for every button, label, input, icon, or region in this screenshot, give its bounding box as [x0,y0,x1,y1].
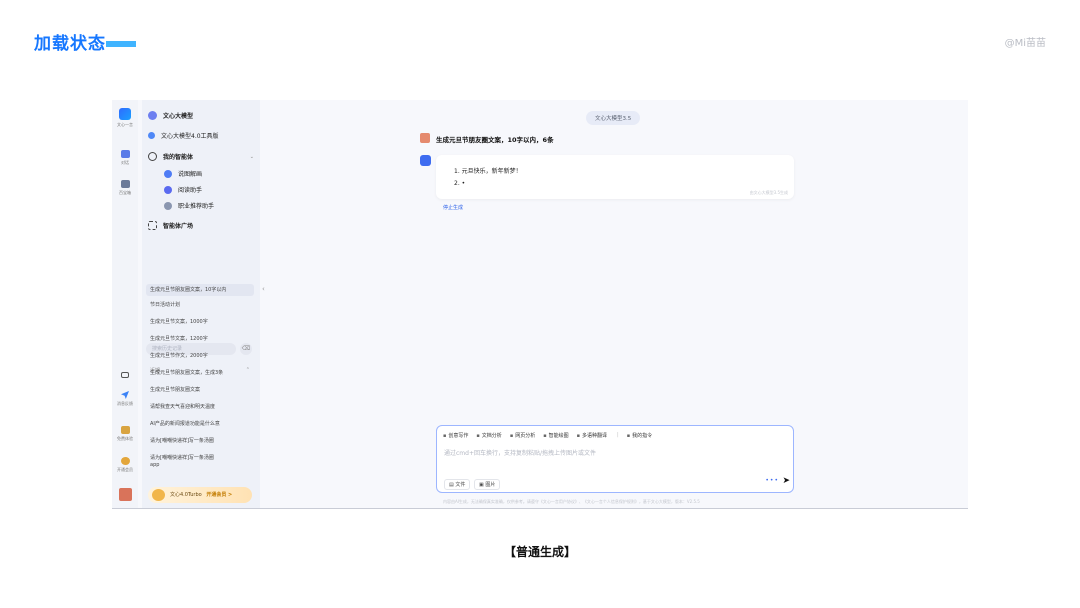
member-cta: 开通会员 > [206,492,233,498]
mail-icon [121,372,129,378]
user-avatar[interactable] [112,488,138,503]
composer-toolbar: 创意写作 文档分析 网页分析 智能绘图 多语种翻译 | 我的指令 [443,432,652,439]
chat-icon [120,150,130,158]
history-item[interactable]: 生成元旦节作文，2000字 [150,352,250,359]
toolbox-icon [120,180,130,188]
answer-line: 1. 元旦快乐，新年新梦！ [454,168,522,175]
left-rail: 文心一言 对话 百宝箱 消息反馈 免费体验 开通会员 [112,100,138,508]
watermark: @Mi苗苗 [1004,38,1046,49]
rail-logo-label: 文心一言 [117,122,133,127]
member-banner[interactable]: 文心4.0Turbo 开通会员 > [148,487,252,503]
user-question: 生成元旦节朋友圈文案，10字以内，6条 [436,136,554,144]
tool-doc-analysis[interactable]: 文档分析 [476,432,502,439]
mouse-cursor-icon: ➤ [782,476,790,486]
user-avatar-small [420,133,430,143]
title-accent-bar [106,41,136,47]
tool-image-gen[interactable]: 智能绘图 [543,432,569,439]
logo-icon [119,108,131,120]
history-item[interactable]: 生成元旦节朋友圈文案，10字以内 [146,284,254,296]
rail-item-feedback[interactable]: 消息反馈 [112,391,138,407]
rail-item-label: 对话 [121,160,129,165]
history-item[interactable]: AI产品的新闻报道功能是什么意 [150,420,250,427]
rail-item-label: 免费体验 [117,436,133,441]
collapse-sidebar-icon[interactable]: ‹ [262,285,265,293]
composer: 创意写作 文档分析 网页分析 智能绘图 多语种翻译 | 我的指令 通过cmd+回… [436,425,794,493]
rail-item-mail[interactable] [112,372,138,380]
history-item[interactable]: 请为[嘲嘲快递祥]写一条汤圈 [150,437,250,444]
rail-item-chat[interactable]: 对话 [112,150,138,166]
attach-file-label: 文件 [455,482,466,488]
tool-creative-writing[interactable]: 创意写作 [443,432,468,439]
tool-translate[interactable]: 多语种翻译 [577,432,607,439]
history-list: 生成元旦节朋友圈文案，10字以内节日活动计划 生成元旦节文案，1000字 生成元旦节… [142,100,260,508]
bot-avatar [420,155,431,166]
send-icon [121,391,129,399]
history-item[interactable]: 生成元旦节朋友圈文案，生成3条 [150,369,250,376]
history-item[interactable]: 生成元旦节文案，1000字 [150,318,250,325]
rail-item-label: 开通会员 [117,467,133,472]
message-input[interactable]: 通过cmd+回车换行，支持复制粘贴/拖拽上传图片或文件 [444,448,596,457]
attach-file-button[interactable]: ▤ 文件 [444,479,471,490]
rail-item-vip[interactable]: 开通会员 [112,457,138,473]
history-item[interactable]: 生成元旦节朋友圈文案 [150,386,250,393]
loading-indicator: ••• [765,477,779,484]
answer-line: 2. • [454,180,466,187]
tool-web-analysis[interactable]: 网页分析 [510,432,535,439]
answer-meta: 由文心大模型3.5生成 [749,190,788,195]
app-label: app [150,462,160,468]
toolbar-divider: | [617,432,619,438]
history-item[interactable]: 节日活动计划 [150,301,250,308]
rail-item-trial[interactable]: 免费体验 [112,426,138,442]
member-text: 文心4.0Turbo [170,492,202,498]
stop-generating-button[interactable]: 停止生成 [443,204,463,211]
disclaimer-footer: 内容由AI生成，无法确保真实准确，仅供参考。请遵守《文心一言用户协议》、《文心一… [443,499,700,504]
slide-title: 加载状态 [34,29,136,54]
attach-image-button[interactable]: ▣ 图片 [474,479,501,490]
avatar-icon [118,488,132,501]
attach-image-label: 图片 [485,482,496,488]
history-item[interactable]: 生成元旦节文案，1200字 [150,335,250,342]
rail-item-label: 百宝箱 [119,190,131,195]
vip-icon [120,457,130,465]
app-window: 文心一言 对话 百宝箱 消息反馈 免费体验 开通会员 文心大模型 文心大模型4.… [112,100,968,509]
tool-my-commands[interactable]: 我的指令 [627,432,652,439]
history-item[interactable]: 请为[嘲嘲快递祥]写一条汤圈 [150,454,250,461]
gift-icon [120,426,130,434]
slide-title-text: 加载状态 [34,34,106,54]
answer-card: 1. 元旦快乐，新年新梦！ 2. • 由文心大模型3.5生成 [436,155,794,199]
model-pill[interactable]: 文心大模型3.5 [586,111,641,125]
rail-item-toolbox[interactable]: 百宝箱 [112,180,138,196]
history-item[interactable]: 请帮我查天气喜迎和明天温度 [150,403,250,410]
rail-logo[interactable]: 文心一言 [112,108,138,128]
crown-icon [152,489,165,501]
slide-caption: 【普通生成】 [503,545,576,559]
rail-item-label: 消息反馈 [117,401,133,406]
